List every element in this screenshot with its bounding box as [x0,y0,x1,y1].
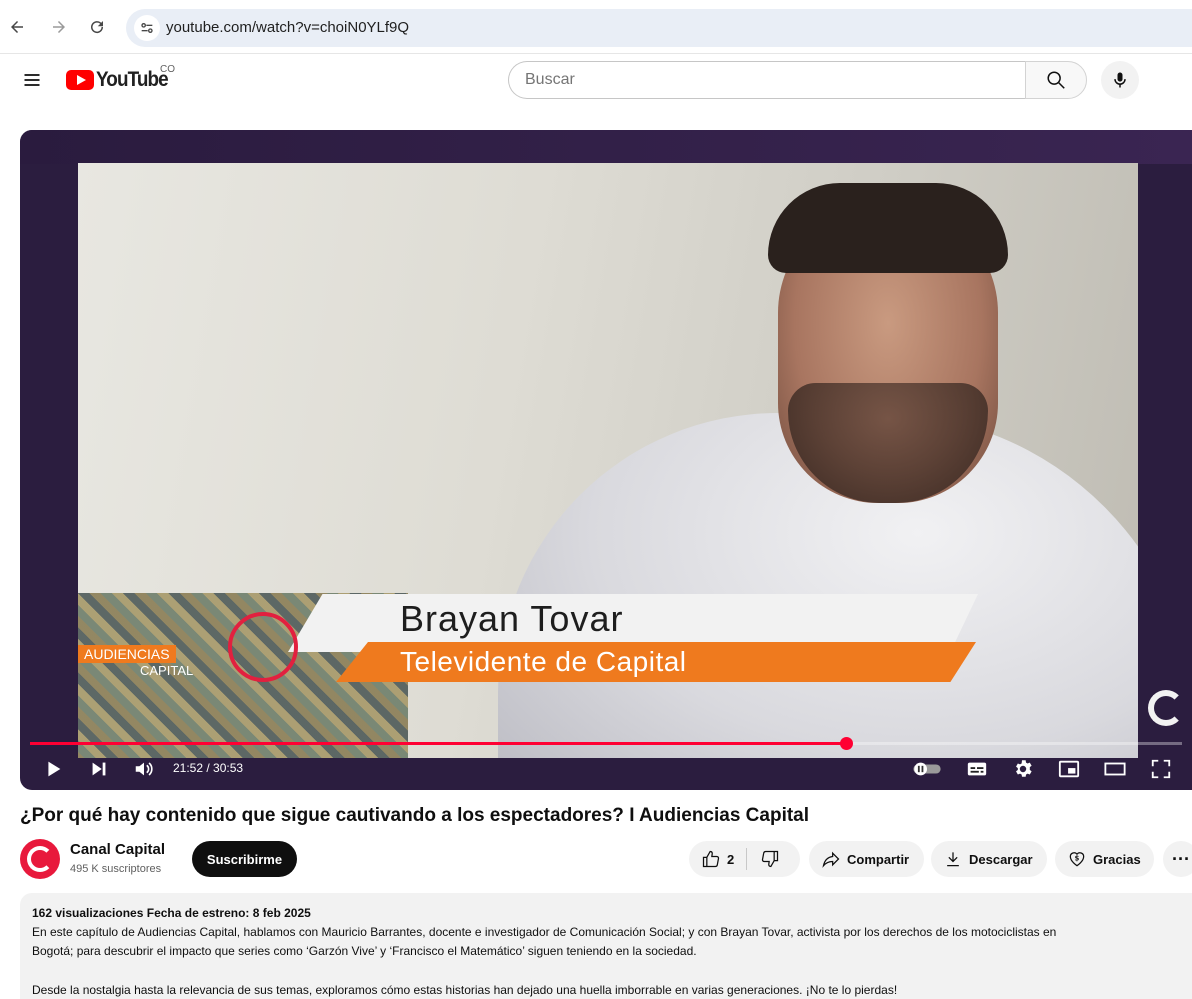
search-button[interactable] [1025,61,1087,99]
svg-text:$: $ [1075,855,1080,863]
url-text[interactable]: youtube.com/watch?v=choiN0YLf9Q [166,19,409,36]
logo-text: YouTube [96,68,169,91]
site-info-icon[interactable] [134,15,160,41]
search-icon [1047,71,1065,89]
scrubber-handle[interactable] [840,737,853,750]
forward-icon[interactable] [48,16,70,38]
progress-bar-played [30,742,846,745]
description-line-2: Bogotá; para descubrir el impacto que se… [32,944,697,958]
reload-icon[interactable] [86,16,108,38]
like-dislike-group: 2 [689,841,800,877]
volume-icon[interactable] [131,756,157,782]
browser-toolbar: youtube.com/watch?v=choiN0YLf9Q [0,0,1192,54]
subscribe-button[interactable]: Suscribirme [192,841,297,877]
show-logo-line2: CAPITAL [140,663,194,678]
youtube-play-icon [66,70,94,90]
download-label: Descargar [969,851,1033,867]
player-controls: 21:52 / 30:53 [20,752,1192,786]
video-player[interactable]: Brayan Tovar Televidente de Capital AUDI… [20,130,1192,790]
subscriber-count: 495 K suscriptores [70,863,162,875]
next-icon[interactable] [86,756,112,782]
like-count: 2 [727,851,735,867]
share-arrow-icon [822,851,840,868]
player-frame [20,130,1192,164]
description-line-1: En este capítulo de Audiencias Capital, … [32,925,1057,939]
share-button[interactable]: Compartir [809,841,924,877]
audiencias-capital-logo: AUDIENCIAS CAPITAL [78,612,308,692]
video-title: ¿Por qué hay contenido que sigue cautiva… [20,805,810,826]
country-code: CO [160,64,175,75]
download-button[interactable]: Descargar [931,841,1047,877]
heart-dollar-icon: $ [1069,852,1085,867]
search-input[interactable] [525,71,1005,89]
canal-capital-logo-icon [27,846,53,872]
channel-avatar[interactable] [20,839,60,879]
thanks-label: Gracias [1093,851,1141,867]
thumbs-up-icon [702,850,720,868]
description-box[interactable]: 162 visualizaciones Fecha de estreno: 8 … [20,893,1192,999]
back-icon[interactable] [6,16,28,38]
search-box [508,61,1026,99]
dislike-button[interactable] [747,841,793,877]
view-count-and-date: 162 visualizaciones Fecha de estreno: 8 … [32,906,311,920]
share-label: Compartir [847,851,910,867]
download-icon [947,852,959,867]
fullscreen-icon[interactable] [1148,756,1174,782]
hamburger-menu-icon[interactable] [22,70,42,90]
time-display: 21:52 / 30:53 [173,761,244,775]
voice-search-button[interactable] [1101,61,1139,99]
play-icon[interactable] [40,756,66,782]
show-logo-line1: AUDIENCIAS [78,645,176,663]
miniplayer-icon[interactable] [1056,756,1082,782]
channel-watermark-icon[interactable] [1148,690,1184,726]
lower-third-role: Televidente de Capital [400,646,687,677]
autoplay-toggle-icon[interactable] [910,756,944,782]
subtitles-icon[interactable] [964,756,990,782]
theater-mode-icon[interactable] [1102,756,1128,782]
thanks-button[interactable]: $ Gracias [1055,841,1154,877]
microphone-icon [1114,72,1126,88]
channel-name[interactable]: Canal Capital [70,841,165,858]
youtube-header: YouTube CO [0,54,1192,106]
more-actions-button[interactable]: ··· [1163,841,1192,877]
show-logo-circle-icon [228,612,298,682]
settings-gear-icon[interactable] [1010,756,1036,782]
video-person-hair [768,183,1008,273]
address-bar[interactable]: youtube.com/watch?v=choiN0YLf9Q [126,9,1192,47]
more-actions-icon: ··· [1172,848,1190,869]
like-button[interactable]: 2 [689,841,734,877]
thumbs-down-icon [762,850,779,868]
lower-third-name: Brayan Tovar [400,598,624,639]
description-line-3: Desde la nostalgia hasta la relevancia d… [32,983,898,997]
